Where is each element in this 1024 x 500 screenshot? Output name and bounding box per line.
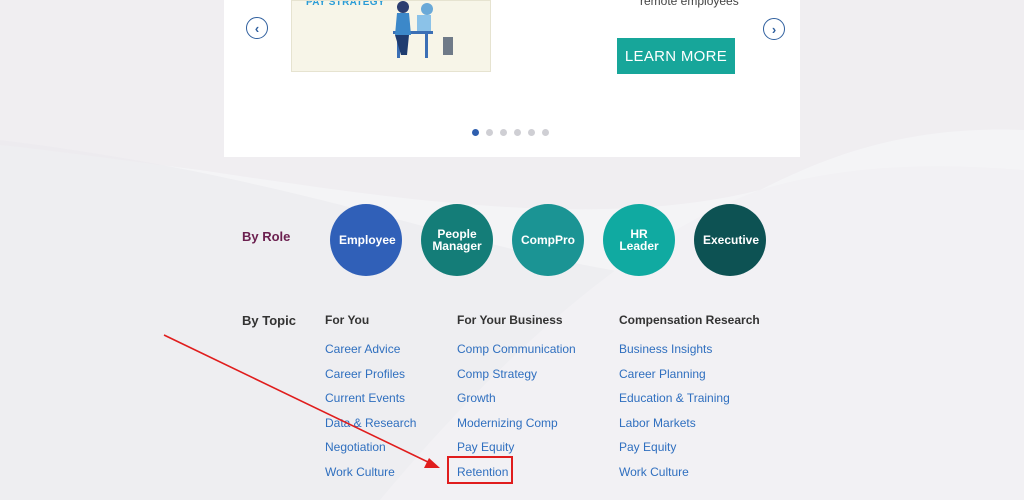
role-label: People Manager: [432, 227, 482, 253]
chevron-left-icon: ‹: [254, 20, 260, 36]
person-at-desk-illustration: [393, 1, 453, 58]
topic-link[interactable]: Comp Communication: [457, 342, 576, 367]
topic-link[interactable]: Work Culture: [325, 465, 416, 490]
topic-link[interactable]: Labor Markets: [619, 416, 760, 441]
carousel-dot[interactable]: [486, 129, 493, 136]
topic-column-heading: For Your Business: [457, 313, 563, 327]
carousel-dot[interactable]: [500, 129, 507, 136]
carousel-dot[interactable]: [542, 129, 549, 136]
by-topic-label: By Topic: [242, 313, 296, 328]
role-label: Executive: [703, 233, 760, 247]
by-role-label: By Role: [242, 229, 291, 244]
topic-link[interactable]: Pay Equity: [619, 440, 760, 465]
slide-image-title: PAY STRATEGY: [306, 0, 385, 8]
topic-link[interactable]: Comp Strategy: [457, 367, 576, 392]
topic-link[interactable]: Work Culture: [619, 465, 760, 490]
role-button[interactable]: HR Leader: [603, 204, 675, 276]
topic-link[interactable]: Career Profiles: [325, 367, 416, 392]
topic-link[interactable]: Growth: [457, 391, 576, 416]
topic-link[interactable]: Career Advice: [325, 342, 416, 367]
carousel-dot[interactable]: [514, 129, 521, 136]
chevron-right-icon: ›: [771, 21, 777, 37]
carousel-dot[interactable]: [528, 129, 535, 136]
topic-column: Compensation Research Business Insights Ca…: [619, 313, 760, 489]
topic-link[interactable]: Negotiation: [325, 440, 416, 465]
slide-subtext: remote employees: [640, 0, 739, 8]
role-button[interactable]: Employee: [330, 204, 402, 276]
slide-image: PAY STRATEGY: [291, 0, 491, 72]
topic-link[interactable]: Education & Training: [619, 391, 760, 416]
role-label: CompPro: [521, 233, 575, 247]
topic-link[interactable]: Data & Research: [325, 416, 416, 441]
topic-link[interactable]: Business Insights: [619, 342, 760, 367]
topic-column-heading: For You: [325, 313, 370, 327]
carousel-next-button[interactable]: ›: [763, 18, 785, 40]
topic-link[interactable]: Career Planning: [619, 367, 760, 392]
topic-link[interactable]: Modernizing Comp: [457, 416, 576, 441]
carousel-dot[interactable]: [472, 129, 479, 136]
carousel-prev-button[interactable]: ‹: [246, 17, 268, 39]
role-button[interactable]: CompPro: [512, 204, 584, 276]
topic-column-heading: Compensation Research: [619, 313, 760, 327]
role-button[interactable]: People Manager: [421, 204, 493, 276]
topic-column: For You Career Advice Career Profiles Curre…: [325, 313, 416, 489]
role-label: Employee: [339, 233, 396, 247]
role-button[interactable]: Executive: [694, 204, 766, 276]
learn-more-button[interactable]: LEARN MORE: [617, 38, 735, 74]
carousel-pagination: [472, 129, 549, 136]
topic-link[interactable]: Current Events: [325, 391, 416, 416]
role-label: HR Leader: [619, 227, 659, 253]
annotation-highlight-box: [447, 456, 513, 484]
